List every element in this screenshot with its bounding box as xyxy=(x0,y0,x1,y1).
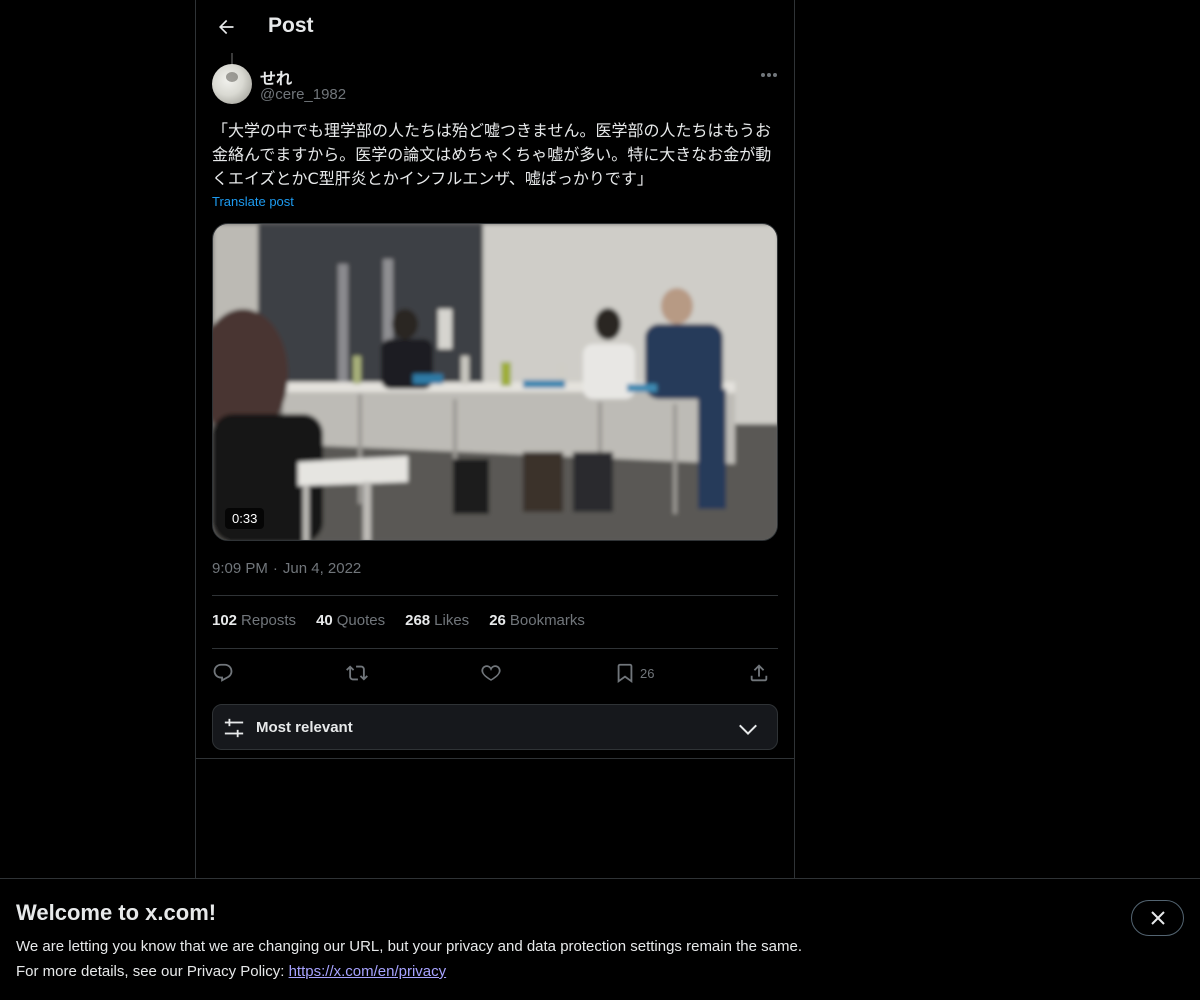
sort-label: Most relevant xyxy=(256,719,353,736)
reply-sort-selector[interactable]: Most relevant xyxy=(212,704,778,750)
page-title: Post xyxy=(268,14,314,37)
close-icon xyxy=(1150,911,1165,925)
bookmark-button[interactable]: 26 xyxy=(614,656,654,690)
author-handle[interactable]: @cere_1982 xyxy=(260,86,346,103)
notice-title: Welcome to x.com! xyxy=(16,900,217,925)
repost-icon xyxy=(346,665,368,681)
stat-label: Bookmarks xyxy=(509,612,585,629)
notice-privacy-line: For more details, see our Privacy Policy… xyxy=(16,963,446,980)
notice-privacy-text: For more details, see our Privacy Policy… xyxy=(16,963,289,980)
post-timestamp[interactable]: 9:09 PM · Jun 4, 2022 xyxy=(212,560,361,577)
divider xyxy=(212,595,778,596)
post-text: 「大学の中でも理学部の人たちは殆ど嘘つきません。医学部の人たちはもうお金絡んでま… xyxy=(212,121,772,188)
translate-post-link[interactable]: Translate post xyxy=(212,194,294,209)
url-change-notice: Welcome to x.com! We are letting you kno… xyxy=(0,878,1200,1000)
avatar[interactable] xyxy=(212,64,252,104)
stat-count: 40 xyxy=(316,612,333,629)
stat-count: 26 xyxy=(489,612,506,629)
video-player[interactable]: 0:33 xyxy=(212,223,778,541)
stat-quotes[interactable]: 40 Quotes xyxy=(316,612,385,634)
stat-label: Quotes xyxy=(336,612,386,629)
stat-label: Reposts xyxy=(241,612,297,629)
back-button[interactable] xyxy=(208,9,244,45)
post-date: Jun 4, 2022 xyxy=(282,560,362,577)
bookmark-count: 26 xyxy=(640,665,655,681)
video-duration: 0:33 xyxy=(225,508,265,529)
more-horizontal-icon xyxy=(761,73,777,77)
divider xyxy=(212,648,778,649)
video-thumbnail xyxy=(213,224,777,540)
reply-icon xyxy=(213,663,233,682)
notice-message: We are letting you know that we are chan… xyxy=(16,938,802,955)
stat-bookmarks[interactable]: 26 Bookmarks xyxy=(489,612,585,634)
share-button[interactable] xyxy=(748,656,770,690)
repost-button[interactable] xyxy=(346,656,368,690)
timestamp-separator: · xyxy=(272,560,278,577)
post-column: Post せれ @cere_1982 「大学の中でも理学部の人たちは殆ど嘘つきま… xyxy=(195,0,795,1000)
heart-icon xyxy=(481,665,501,681)
share-icon xyxy=(750,664,768,682)
stat-count: 268 xyxy=(405,612,431,629)
like-button[interactable] xyxy=(480,656,502,690)
column-divider xyxy=(196,758,794,759)
chevron-down-icon xyxy=(739,724,757,736)
privacy-policy-link[interactable]: https://x.com/en/privacy xyxy=(289,963,447,980)
more-options-button[interactable] xyxy=(752,63,786,87)
stat-label: Likes xyxy=(434,612,470,629)
post-time: 9:09 PM xyxy=(212,560,268,577)
stat-reposts[interactable]: 102 Reposts xyxy=(212,612,296,634)
stat-likes[interactable]: 268 Likes xyxy=(405,612,469,634)
post-stats: 102 Reposts 40 Quotes 268 Likes 26 Bookmarks xyxy=(212,612,778,634)
close-notice-button[interactable] xyxy=(1131,900,1184,936)
header: Post xyxy=(196,0,794,54)
sliders-icon xyxy=(224,718,244,738)
action-bar: 26 xyxy=(212,656,778,690)
bookmark-icon xyxy=(617,663,633,684)
arrow-left-icon xyxy=(219,19,234,35)
stat-count: 102 xyxy=(212,612,238,629)
reply-button[interactable] xyxy=(212,656,234,690)
